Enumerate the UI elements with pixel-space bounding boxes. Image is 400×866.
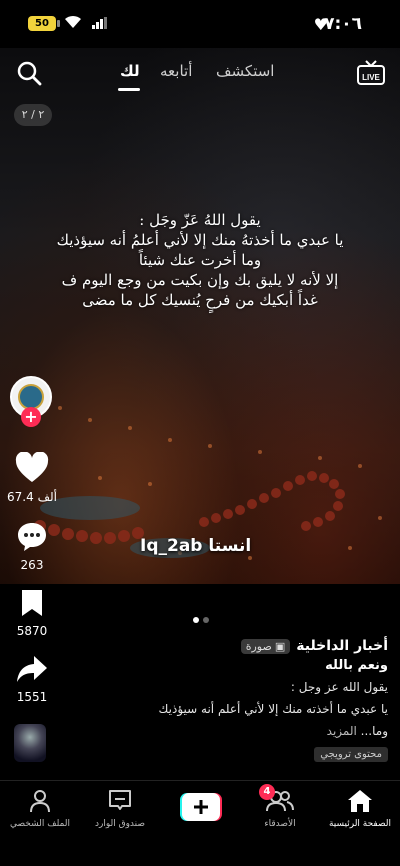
save-count: 5870 bbox=[16, 624, 48, 638]
overlay-quote: يقول اللهُ عَزّ وجَل : يا عبدي ما أخذتهُ… bbox=[20, 210, 380, 310]
share-icon bbox=[17, 656, 47, 682]
more-link[interactable]: المزيد bbox=[327, 724, 357, 738]
create-button[interactable] bbox=[180, 793, 222, 821]
like-count: 67.4 ألف bbox=[7, 490, 57, 504]
nav-friends-label: الأصدقاء bbox=[264, 819, 296, 829]
overlay-line: وما أخرت عنك شيئاً bbox=[138, 251, 262, 269]
dot-active bbox=[193, 617, 199, 623]
bottom-nav: الصفحة الرئيسية الأصدقاء صندوق الوارد ال… bbox=[0, 780, 400, 866]
nav-home[interactable]: الصفحة الرئيسية bbox=[320, 789, 400, 829]
tab-explore[interactable]: استكشف bbox=[216, 62, 274, 80]
save-button[interactable]: 5870 bbox=[6, 588, 58, 638]
heart-icon bbox=[15, 451, 49, 482]
battery-level: 50 bbox=[35, 18, 49, 29]
sound-avatar[interactable] bbox=[14, 724, 46, 762]
nav-home-label: الصفحة الرئيسية bbox=[328, 819, 392, 829]
nav-profile[interactable]: الملف الشخصي bbox=[0, 789, 80, 829]
signal-icon bbox=[92, 17, 107, 29]
comment-count: 263 bbox=[20, 558, 44, 572]
overlay-line: يقول اللهُ عَزّ وجَل : bbox=[139, 211, 261, 229]
home-icon bbox=[348, 790, 372, 812]
nav-inbox[interactable]: صندوق الوارد bbox=[80, 789, 160, 829]
live-icon[interactable]: LIVE bbox=[356, 60, 386, 86]
tab-for-you[interactable]: لك bbox=[120, 62, 140, 80]
caption-last-line: وما... المزيد bbox=[68, 720, 388, 742]
prayer-beads-image bbox=[28, 406, 382, 560]
nav-profile-label: الملف الشخصي bbox=[10, 819, 70, 829]
watermark: انستا Iq_2ab bbox=[140, 536, 252, 556]
like-button[interactable]: 67.4 ألف bbox=[6, 451, 58, 504]
photo-badge-icon: ▣ bbox=[274, 639, 286, 653]
status-bar: 50 ♥ ٧:٠٦ bbox=[0, 0, 400, 48]
dot bbox=[203, 617, 209, 623]
battery-icon: 50 bbox=[28, 16, 60, 31]
bookmark-icon bbox=[22, 590, 42, 616]
photo-page-counter: ٢ / ٢ bbox=[14, 104, 52, 126]
friends-notification-badge: 4 bbox=[259, 784, 275, 800]
overlay-line: يا عبدي ما أخذتهُ منك إلا لأني أعلمُ أنه… bbox=[56, 231, 344, 249]
caption-line: يقول الله عز وجل : bbox=[290, 680, 388, 694]
photo-badge: ▣ صورة bbox=[240, 638, 291, 654]
comment-icon bbox=[18, 523, 46, 551]
promo-badge: محتوى ترويجي bbox=[314, 747, 388, 762]
nav-inbox-label: صندوق الوارد bbox=[94, 819, 146, 829]
comment-button[interactable]: 263 bbox=[6, 520, 58, 572]
wifi-icon bbox=[65, 15, 81, 28]
share-button[interactable]: 1551 bbox=[6, 654, 58, 704]
tab-following[interactable]: أتابعه bbox=[160, 62, 192, 80]
inbox-icon bbox=[109, 790, 131, 810]
nav-friends[interactable]: الأصدقاء bbox=[240, 789, 320, 829]
overlay-line: إلا لأنه لا يليق بك وإن بكيت من وجع اليو… bbox=[61, 271, 339, 289]
share-count: 1551 bbox=[16, 690, 48, 704]
caption-title: ونعم بالله bbox=[325, 658, 388, 673]
caption-line: يا عبدي ما أخذته منك إلا لأني أعلم أنه س… bbox=[158, 702, 388, 716]
post-image[interactable] bbox=[0, 48, 400, 584]
status-time: ٧:٠٦ bbox=[324, 14, 362, 34]
author-name[interactable]: أخبار الداخلية bbox=[296, 638, 388, 654]
search-icon[interactable] bbox=[16, 60, 42, 86]
overlay-line: غداً أبكيك من فرحٍ يُنسيك كل ما مضى bbox=[82, 291, 318, 309]
profile-icon bbox=[30, 790, 50, 813]
caption: أخبار الداخلية ▣ صورة ونعم بالله يقول ال… bbox=[68, 638, 388, 762]
photo-badge-label: صورة bbox=[245, 639, 272, 653]
caption-truncated: وما... bbox=[360, 724, 388, 738]
follow-plus-button[interactable]: + bbox=[21, 407, 41, 427]
live-label: LIVE bbox=[362, 73, 380, 82]
active-tab-indicator bbox=[118, 88, 140, 91]
top-nav: استكشف أتابعه لك LIVE bbox=[0, 48, 400, 98]
carousel-dots bbox=[191, 608, 211, 627]
